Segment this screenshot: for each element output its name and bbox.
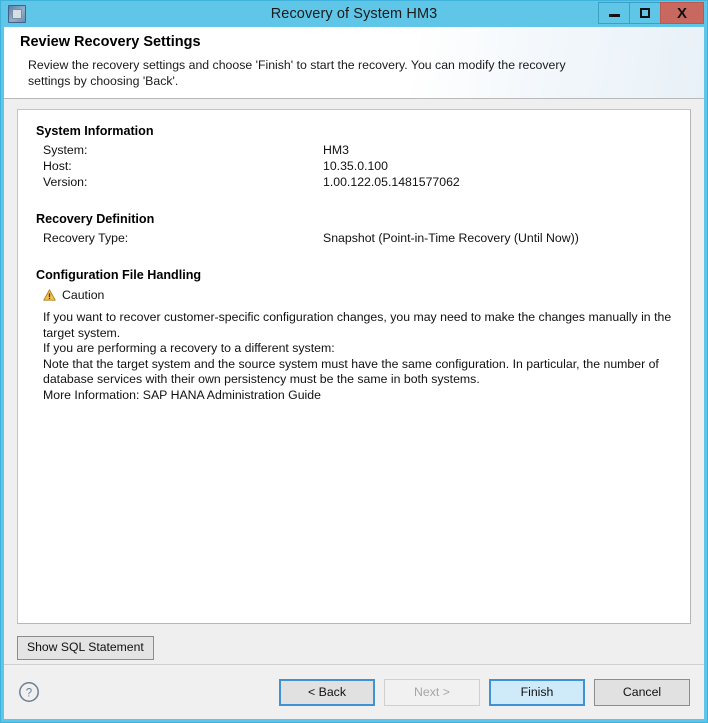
table-row: Host: 10.35.0.100: [43, 159, 460, 175]
section-title: Recovery Definition: [36, 212, 155, 226]
close-button[interactable]: X: [660, 2, 704, 24]
caution-paragraph: If you are performing a recovery to a di…: [43, 341, 335, 356]
wizard-body: System Information System: HM3 Host: 10.…: [4, 99, 704, 664]
title-bar[interactable]: Recovery of System HM3 X: [1, 1, 707, 27]
back-button[interactable]: < Back: [279, 678, 375, 706]
row-label: System:: [43, 143, 88, 157]
section-title: Configuration File Handling: [36, 268, 202, 282]
section-system-information: System Information System: HM3 Host: 10.…: [36, 124, 672, 191]
row-value: HM3: [323, 143, 349, 157]
minimize-icon: [608, 14, 620, 17]
table-row: System: HM3: [43, 143, 460, 159]
next-button: Next >: [384, 678, 480, 706]
page-description: Review the recovery settings and choose …: [28, 58, 566, 88]
finish-button[interactable]: Finish: [489, 678, 585, 706]
recovery-definition-table: Recovery Type: Snapshot (Point-in-Time R…: [43, 231, 579, 247]
table-row: Recovery Type: Snapshot (Point-in-Time R…: [43, 231, 579, 247]
caution-paragraph: If you want to recover customer-specific…: [43, 310, 672, 340]
sql-toolbar: Show SQL Statement: [17, 624, 691, 664]
caution-paragraph: Note that the target system and the sour…: [43, 356, 659, 387]
table-row: Version: 1.00.122.05.1481577062: [43, 175, 460, 191]
wizard-footer: ? < Back Next > Finish Cancel: [4, 664, 704, 719]
close-icon: X: [676, 4, 687, 22]
row-value: Snapshot (Point-in-Time Recovery (Until …: [323, 231, 579, 245]
show-sql-statement-button[interactable]: Show SQL Statement: [17, 635, 154, 660]
maximize-icon: [640, 8, 650, 18]
section-title: System Information: [36, 124, 154, 138]
maximize-button[interactable]: [629, 2, 661, 24]
recovery-wizard-window: Recovery of System HM3 X Review Recovery…: [0, 0, 708, 723]
system-information-table: System: HM3 Host: 10.35.0.100 Version: 1…: [43, 143, 460, 191]
caution-text: If you want to recover customer-specific…: [43, 310, 672, 404]
page-title: Review Recovery Settings: [20, 34, 201, 50]
svg-text:?: ?: [26, 687, 32, 699]
minimize-button[interactable]: [598, 2, 630, 24]
section-configuration-file-handling: Configuration File Handling Caution If y…: [36, 268, 672, 404]
application-icon: [8, 5, 26, 23]
row-label: Host:: [43, 159, 72, 173]
caution-header: Caution: [43, 288, 672, 302]
help-question-icon[interactable]: ?: [18, 681, 40, 703]
section-recovery-definition: Recovery Definition Recovery Type: Snaps…: [36, 212, 672, 247]
window-controls: X: [598, 2, 704, 24]
row-value: 10.35.0.100: [323, 159, 388, 173]
settings-panel: System Information System: HM3 Host: 10.…: [17, 109, 691, 624]
row-value: 1.00.122.05.1481577062: [323, 175, 460, 189]
wizard-header: Review Recovery Settings Review the reco…: [4, 27, 704, 99]
footer-buttons: < Back Next > Finish Cancel: [279, 678, 690, 706]
cancel-button[interactable]: Cancel: [594, 678, 690, 706]
row-label: Recovery Type:: [43, 231, 129, 245]
caution-paragraph: More Information: SAP HANA Administratio…: [43, 387, 321, 402]
caution-label: Caution: [62, 288, 105, 302]
row-label: Version:: [43, 175, 88, 189]
warning-triangle-icon: [43, 289, 56, 301]
